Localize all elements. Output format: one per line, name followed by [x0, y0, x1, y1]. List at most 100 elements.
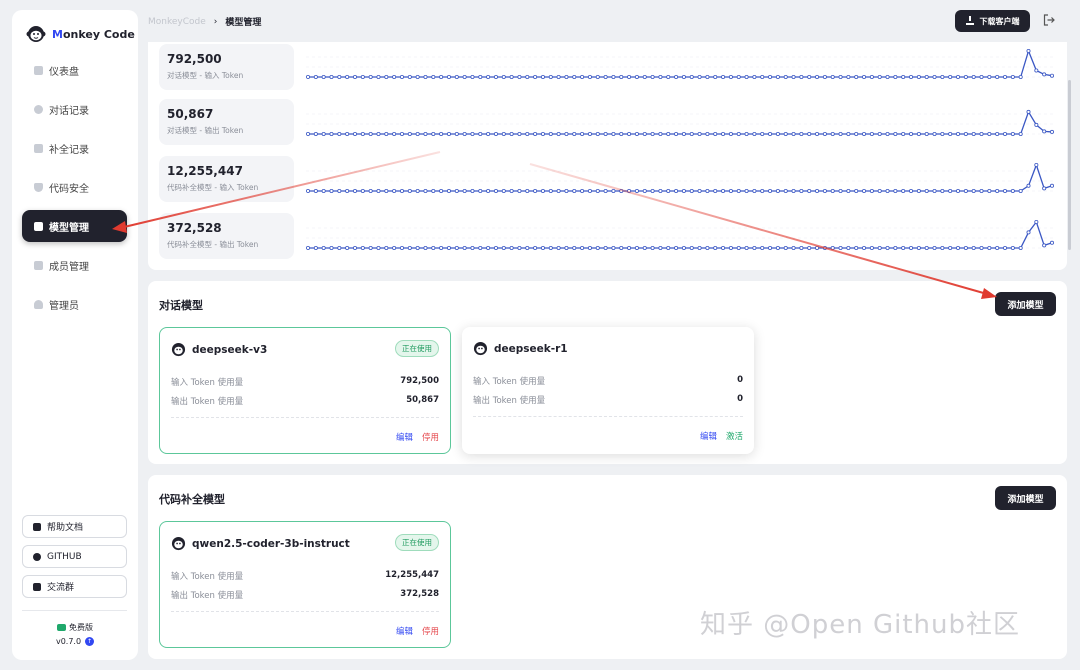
- download-icon: [965, 16, 974, 25]
- sparkline-point: [321, 75, 326, 80]
- sparkline-point: [987, 246, 992, 251]
- add-completion-model-button[interactable]: 添加模型: [995, 486, 1056, 510]
- sidebar-item-completion-records[interactable]: 补全记录: [22, 132, 127, 164]
- upgrade-icon[interactable]: ↑: [85, 637, 95, 646]
- stat-value: 372,528: [167, 221, 222, 235]
- sidebar-item-label: 仪表盘: [49, 66, 79, 78]
- monkey-model-icon: [473, 341, 488, 356]
- sparkline-point: [830, 75, 835, 80]
- sparkline-point: [439, 75, 444, 80]
- sparkline-point: [642, 132, 647, 137]
- edit-link[interactable]: 编辑: [700, 430, 717, 442]
- disable-link[interactable]: 停用: [422, 431, 439, 443]
- download-client-button[interactable]: 下载客户端: [955, 10, 1030, 32]
- sidebar-item-chat-records[interactable]: 对话记录: [22, 93, 127, 125]
- scrollbar[interactable]: [1068, 80, 1071, 250]
- sidebar-item-admins[interactable]: 管理员: [22, 288, 127, 320]
- app-logo[interactable]: Monkey Code: [26, 24, 135, 44]
- sparkline-point: [752, 75, 757, 80]
- sparkline-point: [909, 75, 914, 80]
- app-name: Monkey Code: [52, 27, 135, 41]
- sparkline-point: [470, 246, 475, 251]
- edit-link[interactable]: 编辑: [396, 431, 413, 443]
- sparkline-point: [517, 132, 522, 137]
- sparkline-point: [736, 75, 741, 80]
- sparkline-point: [822, 75, 827, 80]
- sparkline-point: [580, 75, 585, 80]
- sparkline-point: [971, 132, 976, 137]
- sparkline-point: [932, 189, 937, 194]
- sparkline-point: [877, 132, 882, 137]
- sparkline-point: [376, 132, 381, 137]
- sidebar-item-label: 管理员: [49, 300, 79, 312]
- sidebar-item-dashboard[interactable]: 仪表盘: [22, 54, 127, 86]
- breadcrumb-home[interactable]: MonkeyCode: [148, 17, 206, 27]
- sparkline-point: [509, 189, 514, 194]
- output-token-value: 0: [737, 394, 743, 404]
- sparkline-point: [963, 132, 968, 137]
- sparkline-point: [1042, 186, 1047, 191]
- sparkline-point: [752, 132, 757, 137]
- sparkline-point: [713, 132, 718, 137]
- sparkline-point: [830, 132, 835, 137]
- stat-chat-output: 50,867 对话模型 - 输出 Token: [159, 99, 294, 145]
- sparkline-point: [1003, 246, 1008, 251]
- sparkline-point: [956, 132, 961, 137]
- sparkline-point: [517, 246, 522, 251]
- sparkline-point: [721, 132, 726, 137]
- sparkline-point: [721, 189, 726, 194]
- sparkline-point: [1034, 163, 1039, 168]
- sparkline-point: [1026, 109, 1031, 114]
- disable-link[interactable]: 停用: [422, 625, 439, 637]
- sparkline-point: [862, 75, 867, 80]
- activate-link[interactable]: 激活: [726, 430, 743, 442]
- sparkline-point: [1050, 73, 1055, 78]
- sidebar-item-label: 模型管理: [49, 222, 89, 234]
- output-token-value: 372,528: [400, 589, 439, 599]
- sidebar-item-label: 补全记录: [49, 144, 89, 156]
- sparkline-point: [392, 246, 397, 251]
- sparkline-point: [799, 246, 804, 251]
- sparkline-point: [869, 132, 874, 137]
- input-token-label: 输入 Token 使用量: [171, 378, 244, 388]
- sparkline-point: [556, 189, 561, 194]
- sparkline-point: [572, 75, 577, 80]
- sparkline-point: [454, 132, 459, 137]
- sparkline-point: [885, 132, 890, 137]
- sparkline-point: [752, 246, 757, 251]
- sparkline-point: [995, 189, 1000, 194]
- community-group-button[interactable]: 交流群: [22, 575, 127, 598]
- sparkline-chat-input: [306, 49, 1056, 80]
- sparkline-point: [384, 132, 389, 137]
- edit-link[interactable]: 编辑: [396, 625, 413, 637]
- sparkline-point: [869, 246, 874, 251]
- sparkline-point: [791, 75, 796, 80]
- sidebar-item-members[interactable]: 成员管理: [22, 249, 127, 281]
- sparkline-point: [407, 246, 412, 251]
- version-info[interactable]: v0.7.0 ↑: [12, 637, 138, 646]
- github-label: GITHUB: [47, 551, 82, 562]
- add-chat-model-button[interactable]: 添加模型: [995, 292, 1056, 316]
- sparkline-point: [634, 246, 639, 251]
- dashboard-icon: [34, 65, 43, 75]
- sparkline-point: [971, 246, 976, 251]
- sparkline-point: [1042, 129, 1047, 134]
- sparkline-point: [587, 75, 592, 80]
- logout-icon[interactable]: [1042, 13, 1056, 27]
- sparkline-point: [956, 189, 961, 194]
- stat-value: 792,500: [167, 52, 222, 66]
- sparkline-point: [384, 189, 389, 194]
- github-button[interactable]: GITHUB: [22, 545, 127, 568]
- sidebar-item-model-management[interactable]: 模型管理: [22, 210, 127, 242]
- community-group-label: 交流群: [47, 583, 75, 593]
- sparkline-point: [775, 132, 780, 137]
- sparkline-point: [674, 246, 679, 251]
- stat-label: 代码补全模型 - 输出 Token: [167, 240, 259, 249]
- sparkline-point: [1018, 246, 1023, 251]
- sparkline-point: [501, 132, 506, 137]
- sidebar-item-code-security[interactable]: 代码安全: [22, 171, 127, 203]
- sparkline-point: [995, 132, 1000, 137]
- help-docs-button[interactable]: 帮助文档: [22, 515, 127, 538]
- sparkline-point: [423, 75, 428, 80]
- sparkline-point: [462, 75, 467, 80]
